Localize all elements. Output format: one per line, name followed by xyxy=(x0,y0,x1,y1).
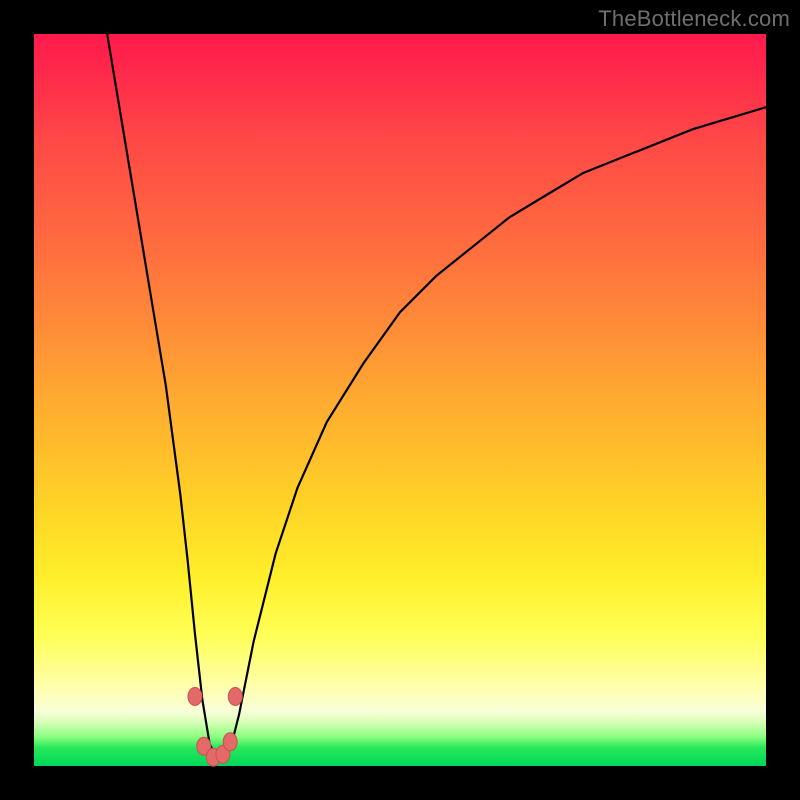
chart-frame: TheBottleneck.com xyxy=(0,0,800,800)
curve-marker xyxy=(223,733,237,751)
watermark-text: TheBottleneck.com xyxy=(598,6,790,32)
chart-plot-area xyxy=(34,34,766,766)
curve-marker xyxy=(188,688,202,706)
curve-marker xyxy=(228,688,242,706)
curve-line xyxy=(107,34,766,759)
bottleneck-curve xyxy=(34,34,766,766)
curve-markers xyxy=(188,688,242,767)
